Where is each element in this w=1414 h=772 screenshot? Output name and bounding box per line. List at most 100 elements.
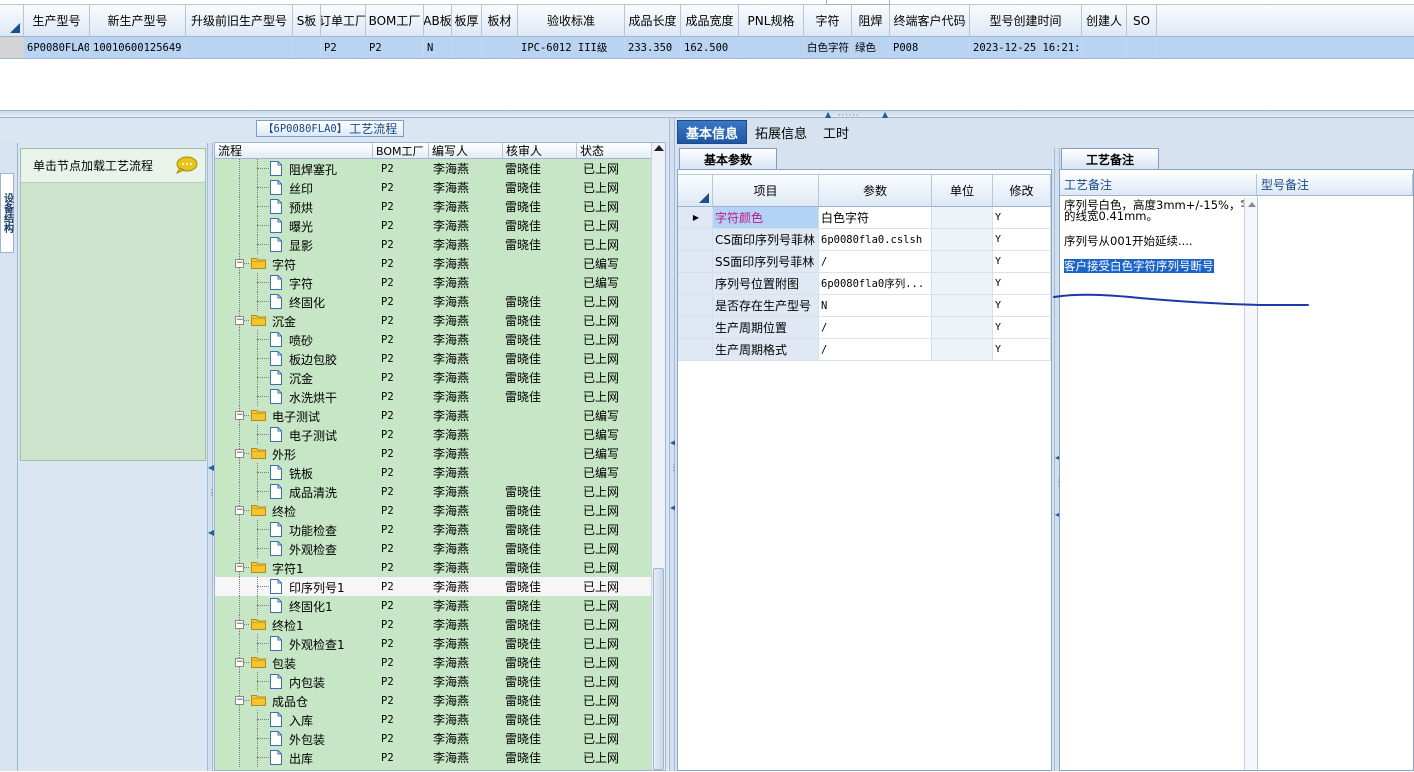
tree-node[interactable]: 出库 bbox=[215, 748, 373, 767]
param-modify-flag[interactable]: Y bbox=[993, 317, 1051, 338]
tree-node[interactable]: 曝光 bbox=[215, 216, 373, 235]
tree-node[interactable]: − 终检1 bbox=[215, 615, 373, 634]
tree-node[interactable]: 沉金 bbox=[215, 368, 373, 387]
grid-col-header[interactable]: 订单工厂 bbox=[321, 5, 366, 36]
tree-row[interactable]: − 外形 P2 李海燕 已编写 bbox=[215, 444, 652, 463]
param-value[interactable]: / bbox=[819, 251, 932, 272]
grid-cell[interactable]: 6P0080FLA0 bbox=[24, 37, 90, 58]
param-unit[interactable] bbox=[932, 339, 993, 360]
tree-row[interactable]: 水洗烘干 P2 李海燕 雷晓佳 已上网 bbox=[215, 387, 652, 406]
grid-col-header[interactable]: 型号创建时间 bbox=[970, 5, 1082, 36]
collapse-toggle-icon[interactable]: − bbox=[235, 563, 244, 572]
grid-cell[interactable]: 162.500 bbox=[681, 37, 739, 58]
tree-row[interactable]: 入库 P2 李海燕 雷晓佳 已上网 bbox=[215, 710, 652, 729]
tab-work-hours[interactable]: 工时 bbox=[815, 120, 857, 144]
tree-node[interactable]: 显影 bbox=[215, 235, 373, 254]
tree-col-status[interactable]: 状态 bbox=[577, 143, 652, 158]
tree-row[interactable]: 外包装 P2 李海燕 雷晓佳 已上网 bbox=[215, 729, 652, 748]
param-value[interactable]: 6p0080fla0.cslsh bbox=[819, 229, 932, 250]
collapse-toggle-icon[interactable]: − bbox=[235, 658, 244, 667]
process-remark-text[interactable]: 序列号白色，高度3mm+/-15%，字的线宽0.41mm。 序列号从001开始延… bbox=[1064, 199, 1254, 286]
tree-node[interactable]: 外观检查1 bbox=[215, 634, 373, 653]
tree-row[interactable]: − 电子测试 P2 李海燕 已编写 bbox=[215, 406, 652, 425]
grid-col-header[interactable]: 新生产型号 bbox=[90, 5, 186, 36]
params-corner[interactable] bbox=[678, 175, 713, 206]
tree-col-author[interactable]: 编写人 bbox=[429, 143, 503, 158]
grid-cell[interactable]: 2023-12-25 16:21:26 bbox=[970, 37, 1082, 58]
tree-row[interactable]: 沉金 P2 李海燕 雷晓佳 已上网 bbox=[215, 368, 652, 387]
tree-row[interactable]: 喷砂 P2 李海燕 雷晓佳 已上网 bbox=[215, 330, 652, 349]
tree-node[interactable]: 丝印 bbox=[215, 178, 373, 197]
tree-row[interactable]: 曝光 P2 李海燕 雷晓佳 已上网 bbox=[215, 216, 652, 235]
tree-row[interactable]: − 沉金 P2 李海燕 雷晓佳 已上网 bbox=[215, 311, 652, 330]
collapse-toggle-icon[interactable]: − bbox=[235, 259, 244, 268]
param-value[interactable]: N bbox=[819, 295, 932, 316]
collapse-toggle-icon[interactable]: − bbox=[235, 506, 244, 515]
tree-node[interactable]: − 终检 bbox=[215, 501, 373, 520]
param-modify-flag[interactable]: Y bbox=[993, 295, 1051, 316]
grid-col-header[interactable]: 终端客户代码 bbox=[890, 5, 970, 36]
param-value[interactable]: / bbox=[819, 339, 932, 360]
grid-col-header[interactable]: SO bbox=[1127, 5, 1157, 36]
tree-node[interactable]: 预烘 bbox=[215, 197, 373, 216]
grid-cell[interactable] bbox=[186, 37, 293, 58]
params-col-unit[interactable]: 单位 bbox=[932, 175, 993, 206]
grid-cell[interactable]: P2 bbox=[366, 37, 424, 58]
params-col-value[interactable]: 参数 bbox=[819, 175, 932, 206]
row-indicator[interactable] bbox=[678, 317, 713, 338]
grid-col-header[interactable]: 创建人 bbox=[1082, 5, 1127, 36]
collapse-toggle-icon[interactable]: − bbox=[235, 449, 244, 458]
horizontal-splitter[interactable] bbox=[0, 110, 1414, 118]
param-unit[interactable] bbox=[932, 229, 993, 250]
tree-row[interactable]: 出库 P2 李海燕 雷晓佳 已上网 bbox=[215, 748, 652, 767]
tree-node[interactable]: − 电子测试 bbox=[215, 406, 373, 425]
grid-col-header[interactable]: PNL规格 bbox=[739, 5, 804, 36]
collapse-toggle-icon[interactable]: − bbox=[235, 411, 244, 420]
grid-col-header[interactable]: 生产型号 bbox=[24, 5, 90, 36]
collapse-toggle-icon[interactable]: − bbox=[235, 696, 244, 705]
model-grid-row[interactable]: 6P0080FLA0 10010600125649 P2 P2 N IPC-6012 II… bbox=[0, 37, 1414, 59]
params-col-modify[interactable]: 修改 bbox=[993, 175, 1051, 206]
tree-node[interactable]: 板边包胶 bbox=[215, 349, 373, 368]
grid-cell[interactable]: 绿色 bbox=[852, 37, 890, 58]
tree-node[interactable]: 字符 bbox=[215, 273, 373, 292]
tree-scrollbar-thumb[interactable] bbox=[653, 568, 664, 770]
grid-col-header[interactable]: 字符 bbox=[804, 5, 852, 36]
tree-col-reviewer[interactable]: 核审人 bbox=[503, 143, 577, 158]
chat-bubble-icon[interactable] bbox=[174, 156, 198, 174]
grid-cell[interactable]: N bbox=[424, 37, 452, 58]
tree-row[interactable]: 丝印 P2 李海燕 雷晓佳 已上网 bbox=[215, 178, 652, 197]
remark-scrollbar[interactable] bbox=[1244, 198, 1258, 770]
params-row[interactable]: SS面印序列号菲林 / Y bbox=[678, 251, 1051, 273]
param-modify-flag[interactable]: Y bbox=[993, 339, 1051, 360]
tree-row[interactable]: 外观检查 P2 李海燕 雷晓佳 已上网 bbox=[215, 539, 652, 558]
tree-row[interactable]: 阻焊塞孔 P2 李海燕 雷晓佳 已上网 bbox=[215, 159, 652, 178]
tree-scrollbar[interactable] bbox=[651, 143, 665, 770]
tree-row[interactable]: 电子测试 P2 李海燕 已编写 bbox=[215, 425, 652, 444]
tree-col-flow[interactable]: 流程 bbox=[215, 143, 373, 158]
row-indicator[interactable] bbox=[678, 251, 713, 272]
scroll-up-arrow-icon[interactable] bbox=[1248, 202, 1256, 207]
tree-node[interactable]: − 外形 bbox=[215, 444, 373, 463]
tree-node[interactable]: 外包装 bbox=[215, 729, 373, 748]
tree-row[interactable]: 板边包胶 P2 李海燕 雷晓佳 已上网 bbox=[215, 349, 652, 368]
tree-row[interactable]: 印序列号1 P2 李海燕 雷晓佳 已上网 bbox=[215, 577, 652, 596]
tree-node[interactable]: 终固化1 bbox=[215, 596, 373, 615]
tree-node[interactable]: 终固化 bbox=[215, 292, 373, 311]
param-unit[interactable] bbox=[932, 317, 993, 338]
tree-row[interactable]: − 终检1 P2 李海燕 雷晓佳 已上网 bbox=[215, 615, 652, 634]
params-row[interactable]: 生产周期位置 / Y bbox=[678, 317, 1051, 339]
param-modify-flag[interactable]: Y bbox=[993, 229, 1051, 250]
tree-row[interactable]: 预烘 P2 李海燕 雷晓佳 已上网 bbox=[215, 197, 652, 216]
grid-cell[interactable] bbox=[1082, 37, 1127, 58]
row-indicator[interactable] bbox=[678, 273, 713, 294]
tree-row[interactable]: − 字符 P2 李海燕 已编写 bbox=[215, 254, 652, 273]
tree-node[interactable]: 铣板 bbox=[215, 463, 373, 482]
row-indicator[interactable] bbox=[678, 339, 713, 360]
scroll-up-arrow-icon[interactable] bbox=[654, 145, 664, 151]
tree-row[interactable]: − 成品仓 P2 李海燕 雷晓佳 已上网 bbox=[215, 691, 652, 710]
param-unit[interactable] bbox=[932, 295, 993, 316]
grid-col-header[interactable]: 验收标准 bbox=[518, 5, 625, 36]
tab-basic-info[interactable]: 基本信息 bbox=[677, 120, 748, 144]
params-row[interactable]: 是否存在生产型号 N Y bbox=[678, 295, 1051, 317]
